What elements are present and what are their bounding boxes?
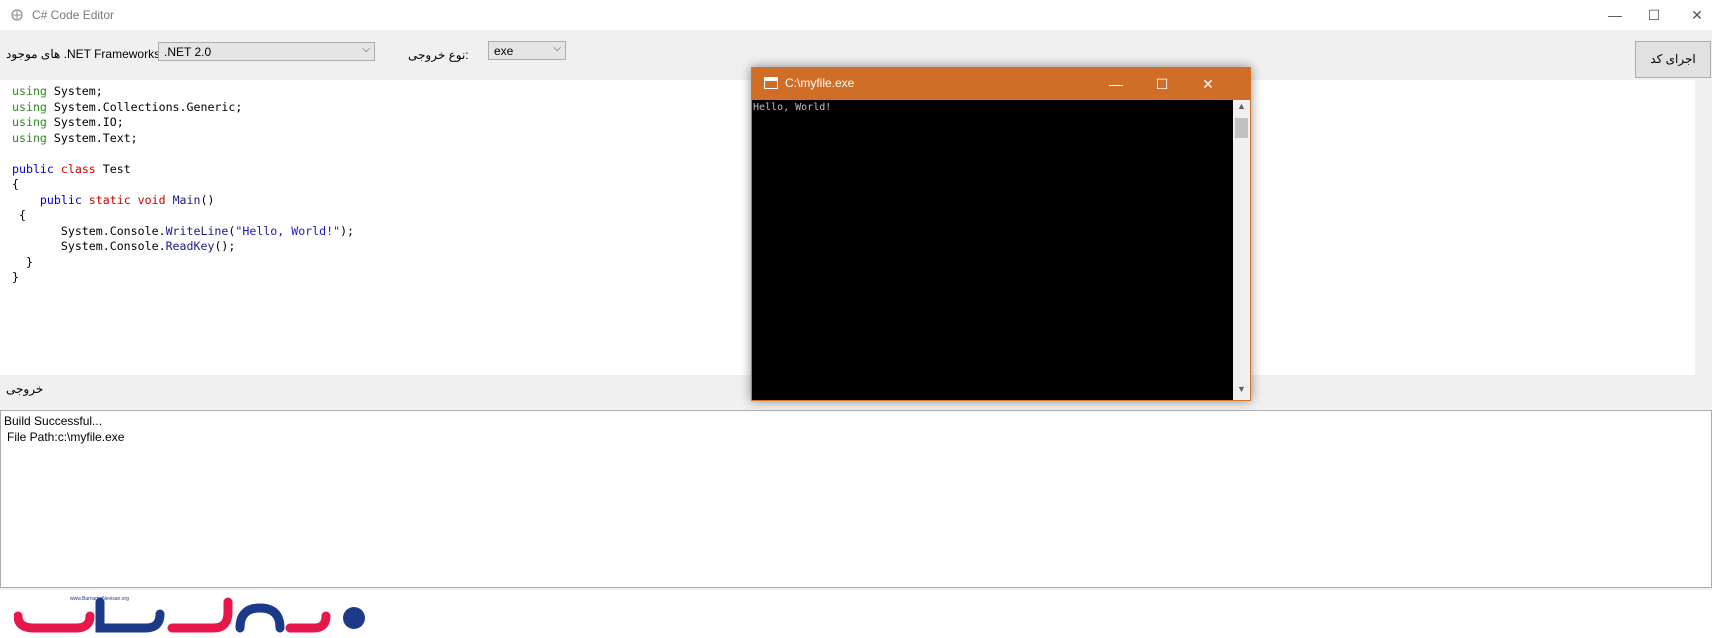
maximize-icon: ☐ [1647, 7, 1661, 23]
window-title: C# Code Editor [32, 8, 115, 22]
framework-label: هاى موجود .NET Frameworks: [6, 47, 164, 61]
console-output: Hello, World! [753, 102, 832, 113]
console-icon [764, 77, 778, 89]
logo-image [14, 597, 365, 633]
framework-value: .NET 2.0 [164, 45, 212, 59]
output-textbox[interactable] [0, 410, 1712, 588]
code-line: using System.IO; [12, 115, 124, 129]
close-icon: ✕ [1202, 76, 1214, 92]
code-line: } [12, 270, 19, 284]
output-type-value: exe [494, 44, 514, 58]
chevron-up-icon[interactable]: ▲ [1233, 101, 1250, 111]
editor-scrollbar[interactable] [1695, 80, 1712, 375]
console-title-bar[interactable]: C:\myfile.exe — ☐ ✕ [752, 68, 1250, 100]
run-code-button[interactable]: اجراى كد [1635, 41, 1711, 78]
code-line: using System.Text; [12, 130, 138, 145]
close-icon: ✕ [1691, 7, 1703, 23]
title-bar[interactable]: C# Code Editor — ☐ ✕ [0, 0, 1724, 30]
output-type-select[interactable]: exe ⌵ [488, 41, 566, 60]
output-line: Build Successful... [4, 414, 103, 428]
maximize-icon: ☐ [1155, 76, 1169, 92]
chevron-down-icon[interactable]: ▼ [1233, 384, 1250, 394]
console-maximize-button[interactable]: ☐ [1139, 68, 1185, 100]
minimize-icon: — [1109, 76, 1123, 92]
chevron-down-icon: ⌵ [362, 44, 370, 55]
console-minimize-button[interactable]: — [1093, 68, 1139, 100]
output-type-label: نوع خروجى: [408, 48, 469, 62]
code-line: using System.Collections.Generic; [12, 99, 243, 114]
code-line: System.Console.ReadKey(); [12, 239, 236, 253]
minimize-icon: — [1608, 7, 1622, 23]
code-line: public static void Main() [39, 192, 215, 207]
code-line: { [12, 208, 26, 222]
code-line: using System; [12, 84, 103, 98]
output-label: خروجى [6, 382, 44, 396]
console-scroll-thumb[interactable] [1235, 118, 1248, 138]
code-line: { [12, 177, 19, 191]
framework-select[interactable]: .NET 2.0 ⌵ [158, 42, 375, 61]
code-line: System.Console.WriteLine("Hello, World!"… [12, 223, 355, 238]
chevron-down-icon: ⌵ [553, 43, 561, 54]
app-icon [11, 9, 23, 21]
code-content[interactable]: using System; using System.Collections.G… [12, 84, 354, 286]
window-edge [1712, 0, 1724, 638]
console-close-button[interactable]: ✕ [1185, 68, 1231, 100]
console-window[interactable]: C:\myfile.exe — ☐ ✕ Hello, World! ▲ ▼ [751, 67, 1251, 401]
console-title: C:\myfile.exe [785, 76, 855, 90]
output-line: File Path:c:\myfile.exe [7, 430, 125, 444]
code-line: public class Test [12, 161, 131, 176]
code-line: } [12, 254, 33, 269]
maximize-button[interactable]: ☐ [1631, 0, 1677, 30]
logo-tagline: www.BarnameNevisan.org [70, 596, 129, 602]
console-scrollbar[interactable] [1233, 100, 1250, 400]
